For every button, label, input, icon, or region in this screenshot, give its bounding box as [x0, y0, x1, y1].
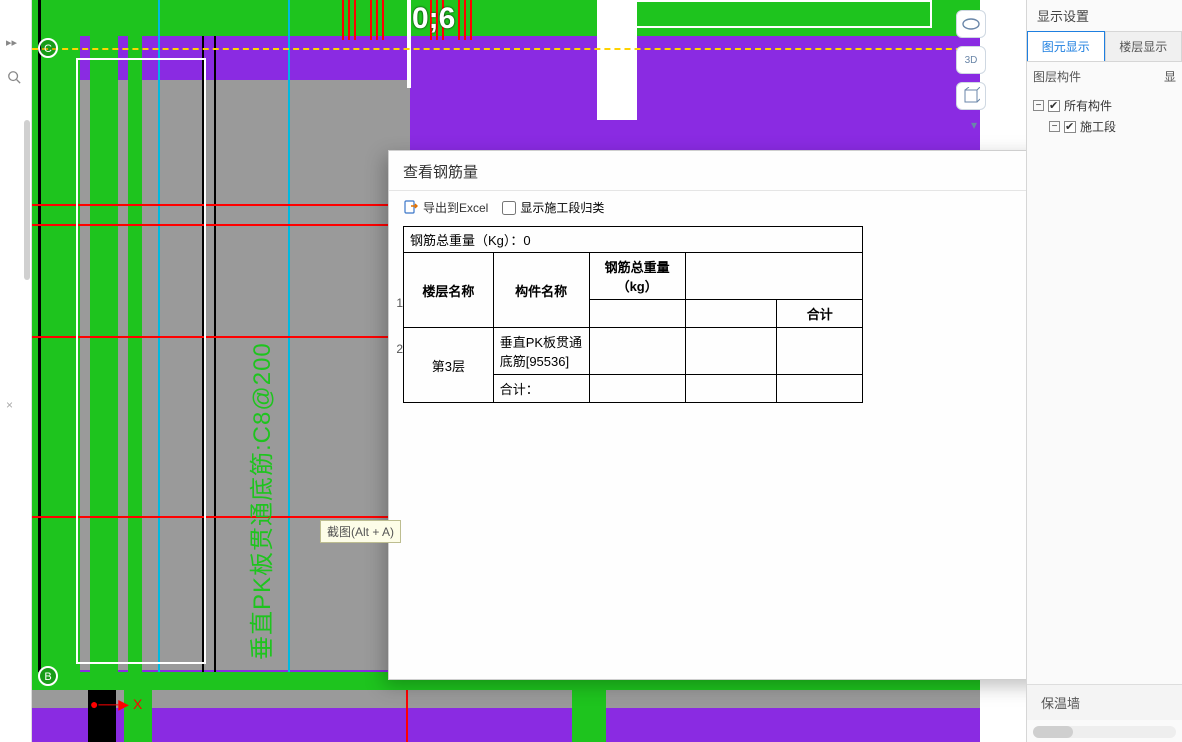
tree-column-headers: 图层构件 显	[1027, 62, 1182, 91]
display-settings-panel: 显示设置 图元显示 楼层显示 图层构件 显 − 所有构件 − 施工段 保温墙	[1026, 0, 1182, 742]
cell-blank	[685, 375, 777, 403]
red-bar	[382, 0, 384, 40]
cyan-rule-2	[288, 0, 290, 700]
axis-line-vert	[38, 0, 41, 742]
axis-x-label: ●──▶ X	[90, 696, 142, 713]
th-weight: 钢筋总重量（kg）	[589, 253, 685, 300]
table-header-row: 楼层名称 构件名称 钢筋总重量（kg）	[404, 253, 863, 300]
grid-line-c	[32, 48, 980, 50]
left-scroll-indicator	[24, 120, 30, 280]
col-hdr-layer: 图层构件	[1033, 68, 1081, 85]
screenshot-tooltip: 截图(Alt + A)	[320, 520, 401, 543]
col-hdr-show: 显	[1164, 68, 1176, 85]
rail-black-2	[214, 36, 216, 682]
left-mini-toolbar: ▸▸ ×	[0, 0, 32, 742]
show-segment-checkbox-input[interactable]	[502, 201, 516, 215]
th-sub-blank1	[589, 300, 685, 328]
red-bar	[342, 0, 344, 40]
scrollbar-thumb[interactable]	[1033, 726, 1073, 738]
cell-member-sum: 合计：	[493, 375, 589, 403]
th-blank	[685, 253, 862, 300]
view-cube-icon[interactable]	[956, 82, 986, 110]
red-bar	[470, 0, 472, 40]
total-weight-line: 钢筋总重量（Kg）：0	[403, 226, 863, 253]
close-panel-icon[interactable]: ×	[6, 398, 13, 412]
th-sum: 合计	[777, 300, 863, 328]
cell-sum	[777, 328, 863, 375]
selection-outline-1	[76, 58, 206, 664]
red-bar	[348, 0, 350, 40]
show-segment-label: 显示施工段归类	[520, 199, 604, 216]
row-number: 2	[389, 342, 403, 356]
red-bar	[464, 0, 466, 40]
rebar-table: 楼层名称 构件名称 钢筋总重量（kg） 合计 第3层 垂直PK板贯通底筋[955…	[403, 252, 863, 403]
slab-purple-bottom	[32, 708, 980, 742]
visibility-checkbox[interactable]	[1064, 121, 1076, 133]
th-sub-blank2	[685, 300, 777, 328]
tree-child-label: 施工段	[1080, 118, 1116, 135]
show-segment-checkbox[interactable]: 显示施工段归类	[502, 199, 604, 216]
col-green-2	[572, 690, 606, 742]
red-bar	[354, 0, 356, 40]
tab-floor-display[interactable]: 楼层显示	[1105, 31, 1182, 61]
cell-floor: 第3层	[404, 328, 494, 403]
red-bar	[458, 0, 460, 40]
bottom-category-label[interactable]: 保温墙	[1027, 684, 1182, 720]
gap-white-2	[407, 0, 411, 88]
table-row: 第3层 垂直PK板贯通底筋[95536]	[404, 328, 863, 375]
row-number: 1	[389, 296, 403, 310]
cell-blank	[685, 328, 777, 375]
display-settings-title: 显示设置	[1027, 0, 1182, 31]
cell-member: 垂直PK板贯通底筋[95536]	[493, 328, 589, 375]
tree-row-child[interactable]: − 施工段	[1033, 116, 1176, 137]
cell-sum	[777, 375, 863, 403]
cell-weight	[589, 328, 685, 375]
th-floor: 楼层名称	[404, 253, 494, 328]
tree-row-root[interactable]: − 所有构件	[1033, 95, 1176, 116]
coord-label: 0;6	[412, 2, 455, 36]
export-excel-label: 导出到Excel	[423, 199, 488, 216]
tab-element-display[interactable]: 图元显示	[1027, 31, 1105, 61]
view-controls: 3D ▾	[956, 10, 992, 132]
cell-weight	[589, 375, 685, 403]
view-orbit-icon[interactable]	[956, 10, 986, 38]
slab-grey-bottom	[32, 690, 980, 708]
view-3d-button[interactable]: 3D	[956, 46, 986, 74]
component-tree[interactable]: − 所有构件 − 施工段	[1027, 91, 1182, 141]
selection-outline-2	[622, 0, 932, 28]
collapse-icon[interactable]: −	[1033, 100, 1044, 111]
tree-root-label: 所有构件	[1064, 97, 1112, 114]
grid-bubble-b: B	[38, 666, 58, 686]
visibility-checkbox[interactable]	[1048, 100, 1060, 112]
rebar-annotation-label: 垂直PK板贯通底筋:C8@200	[242, 342, 277, 660]
display-tabs: 图元显示 楼层显示	[1027, 31, 1182, 62]
red-col	[406, 690, 408, 742]
export-excel-button[interactable]: 导出到Excel	[403, 199, 488, 216]
th-member: 构件名称	[493, 253, 589, 328]
view-more-dropdown-icon[interactable]: ▾	[956, 118, 992, 132]
red-bar	[370, 0, 372, 40]
export-icon	[403, 200, 419, 216]
red-bar	[376, 0, 378, 40]
search-icon[interactable]	[7, 70, 21, 84]
expand-left-icon[interactable]: ▸▸	[6, 36, 17, 49]
panel-horizontal-scrollbar[interactable]	[1033, 726, 1176, 738]
grid-bubble-c: C	[38, 38, 58, 58]
collapse-icon[interactable]: −	[1049, 121, 1060, 132]
